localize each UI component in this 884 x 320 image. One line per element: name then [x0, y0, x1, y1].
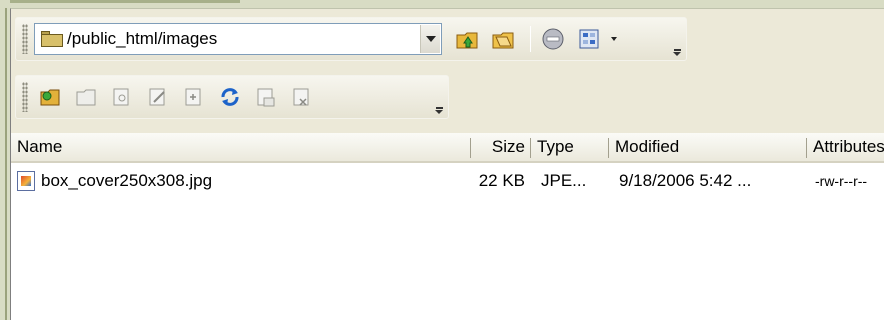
refresh-icon[interactable]	[214, 81, 246, 113]
folder-refresh-icon[interactable]	[488, 23, 520, 55]
toolbar-overflow-icon[interactable]	[434, 102, 444, 114]
file-type: JPE...	[541, 171, 587, 190]
path-combobox[interactable]: /public_html/images	[34, 23, 442, 55]
list-header: Name Size Type Modified Attributes	[11, 133, 884, 163]
path-text: /public_html/images	[67, 29, 218, 48]
window-frame-left	[0, 0, 10, 320]
view-mode-icon[interactable]	[573, 23, 605, 55]
column-header-type[interactable]: Type	[531, 133, 609, 161]
jpg-file-icon	[17, 171, 35, 191]
toolbar-separator	[530, 26, 531, 52]
column-header-attributes[interactable]: Attributes	[807, 133, 884, 161]
file-modified: 9/18/2006 5:42 ...	[619, 171, 752, 190]
folder-icon	[41, 31, 63, 47]
column-header-name[interactable]: Name	[11, 133, 471, 161]
chevron-down-icon	[425, 36, 436, 42]
window-frame-top	[0, 0, 884, 8]
navigation-toolbar: /public_html/images	[15, 17, 687, 61]
toolbar-grip[interactable]	[22, 82, 28, 112]
file-actions-toolbar	[15, 75, 449, 119]
file-attributes: -rw-r--r--	[815, 173, 868, 189]
file-browser-panel: /public_html/images Name Size Type Modif…	[10, 8, 884, 320]
path-dropdown-button[interactable]	[420, 25, 440, 53]
view-mode-dropdown-icon[interactable]	[611, 37, 617, 41]
open-icon[interactable]	[70, 81, 102, 113]
delete-icon[interactable]	[286, 81, 318, 113]
view-icon[interactable]	[106, 81, 138, 113]
toolbar-overflow-icon[interactable]	[672, 44, 682, 56]
properties-icon[interactable]	[250, 81, 282, 113]
file-size: 22 KB	[478, 171, 525, 190]
edit-icon[interactable]	[142, 81, 174, 113]
toolbar-grip[interactable]	[22, 24, 28, 54]
table-row[interactable]: box_cover250x308.jpg 22 KB JPE... 9/18/2…	[11, 169, 884, 193]
column-header-modified[interactable]: Modified	[609, 133, 807, 161]
toolbar-area: /public_html/images	[11, 9, 884, 133]
file-list[interactable]: Name Size Type Modified Attributes box_c…	[11, 133, 884, 320]
file-name-cell: box_cover250x308.jpg	[11, 171, 471, 191]
file-name: box_cover250x308.jpg	[41, 171, 213, 190]
folder-up-icon[interactable]	[452, 23, 484, 55]
new-folder-icon[interactable]	[34, 81, 66, 113]
stop-icon[interactable]	[537, 23, 569, 55]
column-header-size[interactable]: Size	[471, 133, 531, 161]
new-file-icon[interactable]	[178, 81, 210, 113]
